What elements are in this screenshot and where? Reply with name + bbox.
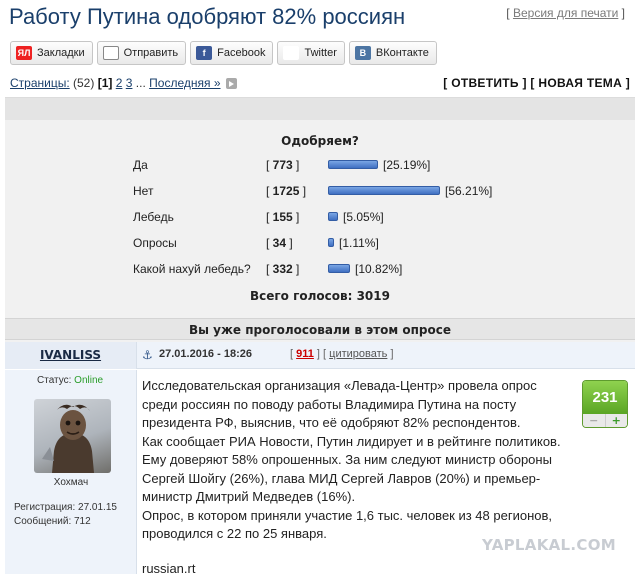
post-author[interactable]: IVANLISS bbox=[5, 342, 137, 369]
poll-option-bar bbox=[328, 212, 338, 221]
poll-option-bar bbox=[328, 186, 440, 195]
topic-actions: [ ОТВЕТИТЬ ] [ НОВАЯ ТЕМА ] bbox=[443, 76, 630, 90]
page-link-2[interactable]: 2 bbox=[116, 76, 123, 90]
author-status: Статус: Online bbox=[37, 375, 103, 386]
author-stats: Регистрация: 27.01.15 Сообщений: 712 bbox=[14, 501, 117, 529]
avatar[interactable] bbox=[34, 399, 111, 473]
share-label: Facebook bbox=[217, 47, 266, 59]
share-bar: ЯЛ Закладки ✉ Отправить f Facebook t Twitter… bbox=[10, 41, 437, 65]
poll-option-label: Да bbox=[133, 158, 148, 172]
poll-option-percent: [1.11%] bbox=[339, 236, 379, 250]
pages-ellipsis: ... bbox=[135, 76, 146, 90]
poll-option-bar bbox=[328, 238, 334, 247]
poll-option-bar bbox=[328, 264, 350, 273]
poll-option-votes: [ 155 ] bbox=[266, 210, 300, 224]
post-paragraph: Как сообщает РИА Новости, Путин лидирует… bbox=[142, 433, 561, 505]
share-label: Twitter bbox=[304, 47, 337, 59]
anchor-icon[interactable]: ⚓ bbox=[142, 348, 153, 362]
status-label: Статус: bbox=[37, 375, 72, 386]
poll-option-votes: [ 1725 ] bbox=[266, 184, 307, 198]
rating-widget: 231 − + bbox=[582, 380, 628, 428]
jump-arrow-icon[interactable] bbox=[225, 78, 237, 90]
poll-option-votes: [ 34 ] bbox=[266, 236, 293, 250]
share-button-bookmarks[interactable]: ЯЛ Закладки bbox=[10, 41, 93, 65]
share-button-twitter[interactable]: t Twitter bbox=[277, 41, 345, 65]
post-date: 27.01.2016 - 18:26 bbox=[159, 348, 252, 360]
status-online: Online bbox=[74, 375, 104, 386]
page-link-3[interactable]: 3 bbox=[126, 76, 133, 90]
poll-option-votes: [ 773 ] bbox=[266, 158, 300, 172]
current-page: 1 bbox=[101, 76, 109, 90]
post-body: Исследовательская организация «Левада-Це… bbox=[142, 377, 572, 544]
post-meta: [ 911 ] [ цитировать ] bbox=[290, 348, 394, 360]
pagination: Страницы: (52) [1] 2 3 ... Последняя » bbox=[10, 76, 237, 90]
rating-controls: − + bbox=[583, 414, 628, 427]
avatar-caption: Хохмач bbox=[53, 477, 89, 488]
poll-option-label: Нет bbox=[133, 184, 154, 198]
twitter-icon: t bbox=[283, 46, 300, 60]
share-label: ВКонтакте bbox=[375, 47, 429, 59]
site-watermark: YAPLAKAL.COM bbox=[482, 536, 616, 554]
poll-option-percent: [10.82%] bbox=[355, 262, 403, 276]
reply-button[interactable]: ОТВЕТИТЬ bbox=[451, 76, 519, 90]
poll-question: Одобряем? bbox=[281, 134, 359, 148]
quote-button[interactable]: цитировать bbox=[329, 348, 387, 360]
pages-count: (52) bbox=[73, 76, 95, 90]
post-source: russian.rt bbox=[142, 561, 196, 574]
vote-down-button[interactable]: − bbox=[583, 414, 606, 427]
poll-option-percent: [25.19%] bbox=[383, 158, 431, 172]
poll-box: Одобряем? bbox=[5, 97, 635, 342]
vk-icon: В bbox=[354, 46, 371, 60]
share-label: Закладки bbox=[37, 47, 85, 59]
share-label: Отправить bbox=[123, 47, 179, 59]
share-button-mail[interactable]: ✉ Отправить bbox=[96, 41, 187, 65]
avatar-figure-icon bbox=[42, 404, 94, 473]
page-title: Работу Путина одобряют 82% россиян bbox=[9, 4, 406, 29]
message-count: Сообщений: 712 bbox=[14, 516, 91, 527]
post-number[interactable]: 911 bbox=[296, 348, 314, 360]
post-paragraph: Исследовательская организация «Левада-Це… bbox=[142, 378, 537, 430]
voted-notice: Вы уже проголосовали в этом опросе bbox=[5, 318, 635, 340]
poll-option-percent: [56.21%] bbox=[445, 184, 493, 198]
share-button-vk[interactable]: В ВКонтакте bbox=[348, 41, 437, 65]
new-topic-button[interactable]: НОВАЯ ТЕМА bbox=[538, 76, 622, 90]
print-version-link-wrap: [ Версия для печати ] bbox=[506, 6, 625, 20]
poll-total: Всего голосов: 3019 bbox=[250, 289, 390, 303]
poll-option-label: Лебедь bbox=[133, 210, 174, 224]
share-button-facebook[interactable]: f Facebook bbox=[190, 41, 274, 65]
registration-date: Регистрация: 27.01.15 bbox=[14, 502, 117, 513]
pages-label[interactable]: Страницы: bbox=[10, 76, 70, 90]
rating-value: 231 bbox=[583, 381, 627, 414]
yandex-bookmarks-icon: ЯЛ bbox=[16, 46, 32, 60]
poll-option-percent: [5.05%] bbox=[343, 210, 384, 224]
poll-option-votes: [ 332 ] bbox=[266, 262, 300, 276]
facebook-icon: f bbox=[196, 46, 213, 60]
poll-option-label: Какой нахуй лебедь? bbox=[133, 262, 251, 276]
poll-option-label: Опросы bbox=[133, 236, 177, 250]
poll-header-strip bbox=[5, 98, 635, 120]
poll-option-bar bbox=[328, 160, 378, 169]
vote-up-button[interactable]: + bbox=[606, 414, 628, 427]
last-page-link[interactable]: Последняя » bbox=[149, 76, 220, 90]
mail-icon: ✉ bbox=[102, 46, 119, 60]
print-version-link[interactable]: Версия для печати bbox=[513, 6, 618, 20]
